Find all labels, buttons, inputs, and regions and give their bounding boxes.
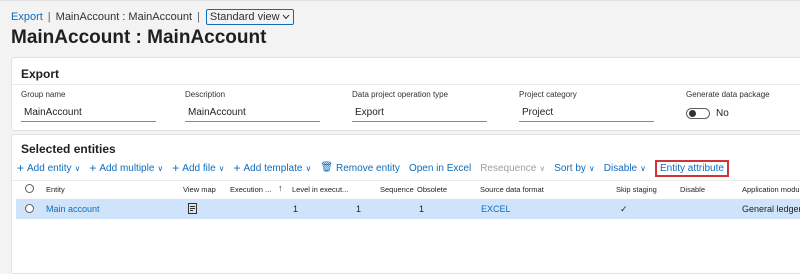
breadcrumb-export-link[interactable]: Export (11, 11, 43, 23)
export-section-title[interactable]: Export (21, 67, 59, 81)
row-select-radio[interactable] (25, 204, 34, 213)
map-document-icon[interactable] (188, 203, 197, 216)
column-header-sequence[interactable]: Sequence (380, 185, 414, 194)
add-file-label: Add file (182, 162, 216, 174)
resequence-label: Resequence (480, 162, 537, 174)
generate-package-label: Generate data package (686, 90, 770, 99)
plus-icon: + (89, 161, 97, 175)
group-name-label: Group name (21, 90, 66, 99)
chevron-down-icon: ∨ (74, 163, 81, 173)
remove-entity-button[interactable]: 🗑 Remove entity (320, 163, 400, 174)
project-category-field: Project category Project (519, 90, 654, 122)
grid-header: Entity View map Execution ... ↑ Level in… (12, 181, 800, 197)
plus-icon: + (17, 161, 25, 175)
sort-by-button[interactable]: Sort by ∨ (554, 163, 595, 174)
chevron-down-icon (282, 14, 289, 20)
add-template-button[interactable]: + Add template ∨ (234, 162, 312, 174)
export-section: Export Group name MainAccount Descriptio… (11, 57, 800, 131)
column-header-application-module[interactable]: Application modu (742, 185, 800, 194)
view-selector[interactable]: Standard view (205, 9, 294, 25)
disable-button[interactable]: Disable ∨ (604, 163, 646, 174)
level-value: 1 (356, 204, 362, 214)
group-name-field: Group name MainAccount (21, 90, 156, 122)
column-header-view-map[interactable]: View map (183, 185, 216, 194)
generate-package-value: No (716, 107, 729, 119)
column-header-execution[interactable]: Execution ... (230, 185, 271, 194)
group-name-input[interactable]: MainAccount (21, 104, 156, 122)
selected-entities-title[interactable]: Selected entities (21, 142, 116, 156)
checkmark-icon: ✓ (620, 204, 628, 214)
plus-icon: + (233, 161, 241, 175)
execution-value: 1 (293, 204, 299, 214)
operation-type-input[interactable]: Export (352, 104, 487, 122)
breadcrumb: Export | MainAccount : MainAccount | Sta… (11, 8, 294, 26)
selected-entities-section: Selected entities + Add entity ∨ + Add m… (11, 134, 800, 274)
chevron-down-icon: ∨ (305, 163, 312, 173)
add-multiple-label: Add multiple (99, 162, 155, 174)
generate-package-toggle[interactable] (686, 107, 710, 119)
entity-name-link[interactable]: Main account (46, 204, 100, 214)
chevron-down-icon: ∨ (539, 163, 546, 173)
column-header-level[interactable]: Level in execut... (292, 185, 348, 194)
add-file-button[interactable]: + Add file ∨ (172, 162, 224, 174)
entity-attribute-button[interactable]: Entity attribute (654, 159, 729, 177)
column-header-entity[interactable]: Entity (46, 185, 65, 194)
source-format-value[interactable]: EXCEL (481, 204, 511, 214)
application-module-value: General ledger (742, 204, 800, 214)
add-entity-label: Add entity (27, 162, 72, 174)
project-category-label: Project category (519, 90, 577, 99)
plus-icon: + (172, 161, 180, 175)
table-row[interactable]: Main account 1 1 1 EXCEL ✓ General ledge… (16, 199, 800, 219)
top-border (0, 0, 800, 1)
add-multiple-button[interactable]: + Add multiple ∨ (89, 162, 163, 174)
toggle-knob (689, 109, 696, 117)
disable-label: Disable (603, 162, 638, 174)
sort-by-label: Sort by (554, 162, 586, 174)
add-template-label: Add template (243, 162, 303, 174)
generate-package-field: Generate data package No (686, 90, 770, 122)
view-selector-label: Standard view (209, 11, 280, 23)
entities-toolbar: + Add entity ∨ + Add multiple ∨ + Add fi… (17, 159, 735, 177)
page-title: MainAccount : MainAccount (11, 27, 267, 48)
operation-type-label: Data project operation type (352, 90, 449, 99)
operation-type-field: Data project operation type Export (352, 90, 487, 122)
add-entity-button[interactable]: + Add entity ∨ (17, 162, 80, 174)
column-header-skip-staging[interactable]: Skip staging (616, 185, 657, 194)
trash-icon: 🗑 (320, 162, 334, 173)
chevron-down-icon: ∨ (640, 163, 646, 173)
chevron-down-icon: ∨ (218, 163, 225, 173)
resequence-button[interactable]: Resequence ∨ (480, 163, 545, 174)
breadcrumb-separator: | (47, 11, 51, 23)
column-header-source-format[interactable]: Source data format (480, 185, 544, 194)
column-header-disable[interactable]: Disable (680, 185, 705, 194)
chevron-down-icon: ∨ (588, 163, 595, 173)
breadcrumb-current: MainAccount : MainAccount (55, 11, 193, 23)
remove-entity-label: Remove entity (336, 162, 400, 174)
chevron-down-icon: ∨ (157, 163, 164, 173)
section-divider (12, 84, 800, 85)
description-input[interactable]: MainAccount (185, 104, 320, 122)
column-header-obsolete[interactable]: Obsolete (417, 185, 447, 194)
select-all-radio[interactable] (25, 184, 34, 193)
sort-arrow-icon: ↑ (278, 183, 283, 193)
description-field: Description MainAccount (185, 90, 320, 122)
sequence-value: 1 (419, 204, 425, 214)
project-category-input[interactable]: Project (519, 104, 654, 122)
open-in-excel-button[interactable]: Open in Excel (409, 163, 471, 174)
description-label: Description (185, 90, 226, 99)
breadcrumb-separator: | (197, 11, 200, 23)
